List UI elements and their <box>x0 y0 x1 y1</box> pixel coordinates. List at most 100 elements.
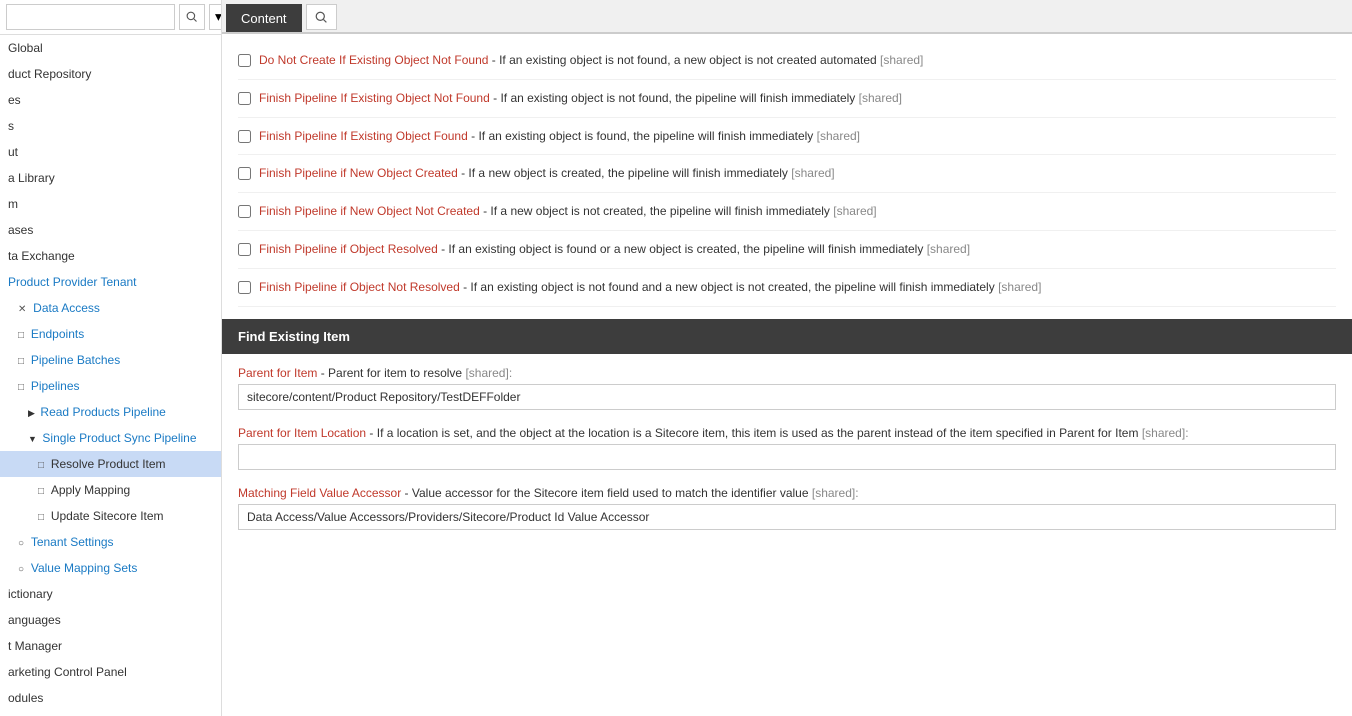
sidebar-item-product-repository[interactable]: duct Repository <box>0 61 221 87</box>
sidebar-item-single-product-sync[interactable]: ▼ Single Product Sync Pipeline <box>0 425 221 451</box>
tab-search-button[interactable] <box>306 4 337 30</box>
find-existing-item-header: Find Existing Item <box>222 319 1352 354</box>
sidebar-item-read-products-pipeline[interactable]: ▶ Read Products Pipeline <box>0 399 221 425</box>
sidebar-item-pipelines[interactable]: □ Pipelines <box>0 373 221 399</box>
sidebar-label: Data Access <box>33 301 100 315</box>
item-icon: ✕ <box>18 304 29 315</box>
checkbox-shared: [shared] <box>859 91 902 105</box>
checkbox-title: Do Not Create If Existing Object Not Fou… <box>259 53 488 67</box>
sidebar-item-ut[interactable]: ut <box>0 139 221 165</box>
dropdown-button[interactable]: ▾ <box>209 4 222 30</box>
checkbox-row-6: Finish Pipeline if Object Resolved - If … <box>238 231 1336 269</box>
checkbox-section: Do Not Create If Existing Object Not Fou… <box>222 34 1352 315</box>
checkbox-title: Finish Pipeline if Object Resolved <box>259 242 438 256</box>
sidebar-item-s[interactable]: s <box>0 113 221 139</box>
expand-icon: ▶ <box>28 408 37 418</box>
form-field-matching-field-value-accessor: Matching Field Value Accessor - Value ac… <box>238 486 1336 530</box>
sidebar-label: Endpoints <box>31 327 84 341</box>
item-icon: □ <box>18 330 27 341</box>
checkbox-label-cb2: Finish Pipeline If Existing Object Not F… <box>259 90 902 107</box>
form-section: Parent for Item - Parent for item to res… <box>222 354 1352 558</box>
item-icon: □ <box>18 382 27 393</box>
sidebar-label: duct Repository <box>8 67 91 81</box>
sidebar-label: Pipeline Batches <box>31 353 120 367</box>
main-panel: Content Do Not Create If Existing Object… <box>222 0 1352 716</box>
sidebar-label: ases <box>8 223 33 237</box>
checkbox-desc: - If a new object is not created, the pi… <box>480 204 830 218</box>
checkbox-title: Finish Pipeline if New Object Created <box>259 166 458 180</box>
checkbox-cb3[interactable] <box>238 130 251 143</box>
checkbox-title: Finish Pipeline If Existing Object Not F… <box>259 91 490 105</box>
search-button[interactable] <box>179 4 205 30</box>
sidebar-label: es <box>8 93 21 107</box>
search-input[interactable] <box>6 4 175 30</box>
sidebar-item-data-access[interactable]: ✕ Data Access <box>0 295 221 321</box>
checkbox-label-cb4: Finish Pipeline if New Object Created - … <box>259 165 835 182</box>
checkbox-desc: - If an existing object is found, the pi… <box>468 129 814 143</box>
sidebar-item-endpoints[interactable]: □ Endpoints <box>0 321 221 347</box>
sidebar-item-pipeline-batches[interactable]: □ Pipeline Batches <box>0 347 221 373</box>
sidebar-item-value-mapping-sets[interactable]: ○ Value Mapping Sets <box>0 555 221 581</box>
sidebar-item-ases[interactable]: ases <box>0 217 221 243</box>
form-input-parent-for-item[interactable] <box>238 384 1336 410</box>
sidebar-label: Single Product Sync Pipeline <box>42 431 196 445</box>
checkbox-row-3: Finish Pipeline If Existing Object Found… <box>238 118 1336 156</box>
sidebar-label: a Library <box>8 171 55 185</box>
sidebar-item-odules[interactable]: odules <box>0 685 221 711</box>
sidebar-item-t-manager[interactable]: t Manager <box>0 633 221 659</box>
checkbox-shared: [shared] <box>833 204 876 218</box>
form-input-matching-field-value-accessor[interactable] <box>238 504 1336 530</box>
sidebar-item-tenant-settings[interactable]: ○ Tenant Settings <box>0 529 221 555</box>
sidebar-label: t Manager <box>8 639 62 653</box>
sidebar-label: ut <box>8 145 18 159</box>
checkbox-cb7[interactable] <box>238 281 251 294</box>
checkbox-shared: [shared] <box>998 280 1041 294</box>
sidebar-scroll-area: Global duct Repository es s ut a Library m ases… <box>0 35 221 716</box>
checkbox-row-7: Finish Pipeline if Object Not Resolved -… <box>238 269 1336 307</box>
sidebar-label: Resolve Product Item <box>51 457 166 471</box>
sidebar-label: anguages <box>8 613 61 627</box>
sidebar-item-arketing-control-panel[interactable]: arketing Control Panel <box>0 659 221 685</box>
sidebar-label: Pipelines <box>31 379 80 393</box>
checkbox-desc: - If an existing object is not found, th… <box>490 91 856 105</box>
checkbox-desc: - If a new object is created, the pipeli… <box>458 166 788 180</box>
checkbox-cb6[interactable] <box>238 243 251 256</box>
form-label-parent-for-item: Parent for Item - Parent for item to res… <box>238 366 1336 380</box>
sidebar-item-a-library[interactable]: a Library <box>0 165 221 191</box>
sidebar-item-ictionary[interactable]: ictionary <box>0 581 221 607</box>
sidebar-label: ta Exchange <box>8 249 75 263</box>
sidebar: ▾ Global duct Repository es s ut a Library m as… <box>0 0 222 716</box>
sidebar-item-es[interactable]: es <box>0 87 221 113</box>
form-input-parent-for-item-location[interactable] <box>238 444 1336 470</box>
sidebar-item-update-sitecore-item[interactable]: □ Update Sitecore Item <box>0 503 221 529</box>
sidebar-label: Apply Mapping <box>51 483 130 497</box>
item-icon: ○ <box>18 564 27 575</box>
checkbox-row-5: Finish Pipeline if New Object Not Create… <box>238 193 1336 231</box>
sidebar-label: odules <box>8 691 43 705</box>
item-icon: □ <box>38 460 47 471</box>
checkbox-label-cb6: Finish Pipeline if Object Resolved - If … <box>259 241 970 258</box>
checkbox-row-4: Finish Pipeline if New Object Created - … <box>238 155 1336 193</box>
sidebar-item-product-provider-tenant[interactable]: Product Provider Tenant <box>0 269 221 295</box>
sidebar-label: Value Mapping Sets <box>31 561 138 575</box>
sidebar-label: m <box>8 197 18 211</box>
sidebar-item-apply-mapping[interactable]: □ Apply Mapping <box>0 477 221 503</box>
form-label-matching-field-value-accessor: Matching Field Value Accessor - Value ac… <box>238 486 1336 500</box>
checkbox-label-cb7: Finish Pipeline if Object Not Resolved -… <box>259 279 1041 296</box>
checkbox-cb1[interactable] <box>238 54 251 67</box>
sidebar-item-resolve-product-item[interactable]: □ Resolve Product Item <box>0 451 221 477</box>
sidebar-item-anguages[interactable]: anguages <box>0 607 221 633</box>
sidebar-label: arketing Control Panel <box>8 665 127 679</box>
checkbox-cb2[interactable] <box>238 92 251 105</box>
sidebar-item-global[interactable]: Global <box>0 35 221 61</box>
sidebar-item-ta-exchange[interactable]: ta Exchange <box>0 243 221 269</box>
checkbox-cb4[interactable] <box>238 167 251 180</box>
checkbox-label-cb1: Do Not Create If Existing Object Not Fou… <box>259 52 923 69</box>
sidebar-item-m[interactable]: m <box>0 191 221 217</box>
checkbox-cb5[interactable] <box>238 205 251 218</box>
expand-icon: ▼ <box>28 434 39 444</box>
checkbox-shared: [shared] <box>817 129 860 143</box>
checkbox-title: Finish Pipeline If Existing Object Found <box>259 129 468 143</box>
sidebar-label: Tenant Settings <box>31 535 114 549</box>
tab-content[interactable]: Content <box>226 4 302 32</box>
